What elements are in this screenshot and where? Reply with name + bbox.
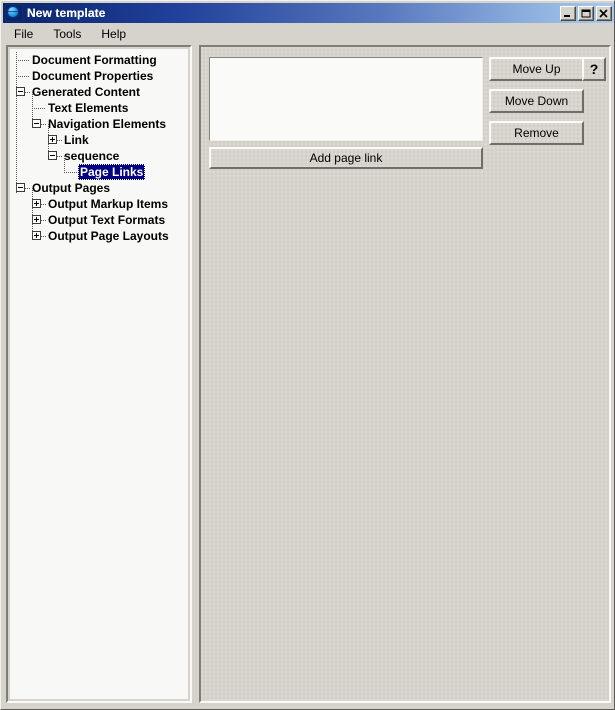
expand-icon[interactable] (32, 199, 41, 209)
tree-node[interactable]: Document Properties (10, 68, 188, 84)
minimize-button[interactable] (560, 5, 576, 21)
application-window: New template File Tools Help Document Fo… (0, 0, 615, 710)
globe-icon (5, 4, 23, 22)
collapse-icon[interactable] (16, 183, 25, 193)
tree-connector (32, 107, 46, 109)
main-split: Document Formatting Document Properties Ge… (3, 43, 614, 707)
tree-node-label: Navigation Elements (48, 117, 167, 131)
tree-node[interactable]: Page Links (10, 164, 188, 180)
tree-node-label: Document Formatting (32, 53, 157, 67)
tree-node-label: sequence (64, 149, 120, 163)
tree-node-label: Output Text Formats (48, 213, 166, 227)
tree-node[interactable]: sequence (10, 148, 188, 164)
tree-node[interactable]: Output Page Layouts (10, 228, 188, 244)
tree-node-label: Output Pages (32, 181, 111, 195)
collapse-icon[interactable] (48, 151, 57, 161)
tree-node-label: Document Properties (32, 69, 154, 83)
detail-panel: Add page link Move Up Move Down Remove ? (199, 45, 611, 703)
tree-guide-line (16, 52, 17, 193)
menu-item-tools[interactable]: Tools (44, 25, 90, 43)
tree-node[interactable]: Output Pages (10, 180, 188, 196)
title-bar: New template (3, 3, 614, 23)
close-button[interactable] (596, 5, 612, 21)
help-button[interactable]: ? (582, 57, 606, 81)
tree-node[interactable]: Navigation Elements (10, 116, 188, 132)
tree-node[interactable]: Text Elements (10, 100, 188, 116)
tree-node[interactable]: Document Formatting (10, 52, 188, 68)
collapse-icon[interactable] (32, 119, 41, 129)
add-page-link-button[interactable]: Add page link (209, 147, 483, 169)
tree-connector (64, 171, 78, 173)
detail-panel-background: Add page link Move Up Move Down Remove ? (201, 47, 609, 701)
template-tree[interactable]: Document Formatting Document Properties Ge… (10, 49, 188, 699)
tree-node-label: Generated Content (32, 85, 141, 99)
collapse-icon[interactable] (16, 87, 25, 97)
tree-node-label: Page Links (78, 164, 146, 180)
move-down-button[interactable]: Move Down (489, 89, 584, 113)
tree-guide-line (48, 124, 49, 156)
move-up-button[interactable]: Move Up (489, 57, 584, 81)
menu-item-help[interactable]: Help (92, 25, 135, 43)
tree-node-label: Text Elements (48, 101, 129, 115)
tree-connector (16, 75, 30, 77)
tree-node-label: Output Markup Items (48, 197, 169, 211)
tree-guide-line (64, 156, 65, 172)
tree-connector (16, 59, 30, 61)
tree-panel: Document Formatting Document Properties Ge… (6, 45, 192, 703)
maximize-button[interactable] (578, 5, 594, 21)
window-title: New template (27, 6, 106, 20)
expand-icon[interactable] (32, 231, 41, 241)
tree-guide-line (32, 92, 33, 124)
tree-node[interactable]: Output Markup Items (10, 196, 188, 212)
tree-node[interactable]: Generated Content (10, 84, 188, 100)
window-controls (560, 5, 612, 21)
menu-item-file[interactable]: File (5, 25, 42, 43)
expand-icon[interactable] (32, 215, 41, 225)
remove-button[interactable]: Remove (489, 121, 584, 145)
tree-node-label: Output Page Layouts (48, 229, 169, 243)
tree-guide-line (32, 188, 33, 236)
expand-icon[interactable] (48, 135, 57, 145)
tree-node[interactable]: Output Text Formats (10, 212, 188, 228)
menu-bar: File Tools Help (3, 24, 614, 43)
page-links-list[interactable] (209, 57, 483, 141)
tree-node-label: Link (64, 133, 89, 147)
tree-node[interactable]: Link (10, 132, 188, 148)
